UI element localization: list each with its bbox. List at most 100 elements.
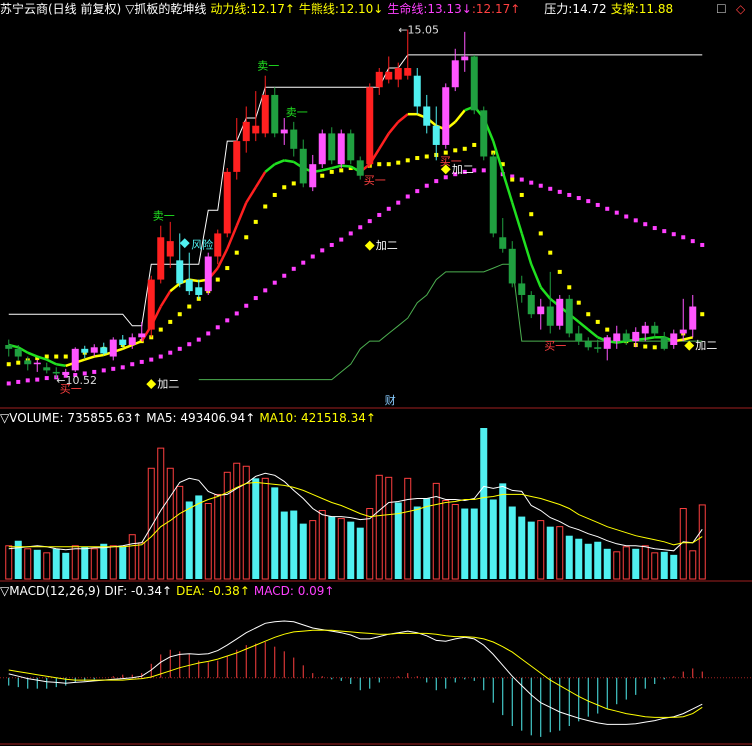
power-line-segment — [577, 320, 590, 331]
life-line-dot — [662, 229, 667, 234]
candle-body — [147, 279, 155, 330]
buy-signal-label: 买一 — [544, 339, 566, 352]
support-label: 支撑: — [610, 2, 639, 16]
power-line-segment — [245, 186, 257, 204]
power-line-segment — [159, 290, 172, 308]
bull-line-dot — [329, 169, 334, 174]
life-line-dot — [519, 177, 524, 182]
candle-body — [594, 347, 602, 349]
life-line-dot — [652, 226, 657, 231]
volume-bar — [480, 428, 488, 579]
bull-line-dot — [567, 285, 572, 290]
volume-bar — [461, 508, 469, 579]
bull-line-dot — [462, 146, 467, 151]
power-line-segment — [254, 171, 267, 188]
bull-line-dot — [519, 192, 524, 197]
stock-title[interactable]: 苏宁云商(日线 前复权) — [0, 2, 121, 16]
life-line-dot — [234, 311, 239, 316]
volume-bar — [252, 478, 260, 579]
volume-bar — [613, 551, 621, 580]
life-label: 生命线: — [387, 2, 428, 16]
candle-body — [584, 341, 592, 348]
volume-bar — [689, 550, 697, 580]
candle-body — [651, 325, 659, 334]
volume-bar — [290, 510, 298, 579]
candle-body — [271, 94, 279, 134]
volume-bar — [176, 485, 184, 580]
candle-body — [71, 348, 79, 371]
power-line-segment — [235, 202, 248, 227]
volume-bar — [195, 495, 203, 579]
candle-body — [33, 362, 41, 365]
candle-body — [499, 237, 507, 249]
volume-bar — [423, 498, 431, 579]
indicator-title[interactable]: ▽抓板的乾坤线 — [125, 2, 206, 16]
volume-bar — [214, 493, 222, 580]
life-line-dot — [605, 206, 610, 211]
volume-bar — [33, 549, 41, 579]
life-line-dot — [424, 183, 429, 188]
life-line-dot — [396, 200, 401, 205]
volume-bar — [546, 526, 554, 579]
life-line-dot — [206, 331, 211, 336]
power-line-segment — [530, 263, 542, 288]
volume-bar — [185, 501, 193, 579]
life-line-dot — [415, 189, 420, 194]
life-line-dot — [538, 183, 543, 188]
bull-line-dot — [168, 319, 173, 324]
life-line-dot — [595, 202, 600, 207]
add-diamond-icon — [684, 340, 695, 351]
volume-label[interactable]: ▽VOLUME: 735855.63↑ — [0, 411, 142, 425]
volume-bar — [565, 535, 573, 579]
add-signal-label: 加二 — [695, 339, 717, 352]
candle-body — [261, 94, 269, 134]
volume-bar — [432, 482, 440, 580]
life-line-dot — [139, 359, 144, 364]
bull-line-dot — [510, 177, 515, 182]
life-line-dot — [614, 210, 619, 215]
volume-bar — [385, 476, 393, 580]
volume-bar — [489, 499, 497, 579]
power-line-segment — [264, 163, 276, 173]
life-line-dot — [120, 365, 125, 370]
bull-line-dot — [320, 173, 325, 178]
life-line-dot — [348, 231, 353, 236]
volume-bar — [556, 526, 564, 580]
candle-body — [204, 256, 212, 292]
life-line-dot — [35, 377, 40, 382]
main-panel-header: 苏宁云商(日线 前复权) ▽抓板的乾坤线 动力线:12.17↑ 牛熊线:12.10↓ 生… — [0, 2, 677, 16]
pressure-label: 压力: — [544, 2, 573, 16]
bull-label: 牛熊线: — [298, 2, 339, 16]
volume-bar — [356, 527, 364, 579]
bull-line-dot — [215, 277, 220, 282]
diamond-icon[interactable]: ◇ — [736, 2, 745, 16]
candle-body — [527, 294, 535, 315]
life-line-dot — [282, 273, 287, 278]
volume-bar — [109, 545, 117, 580]
candle-body — [14, 348, 22, 357]
square-icon[interactable]: ☐ — [716, 2, 727, 16]
life-line-dot — [177, 346, 182, 351]
volume-bar — [537, 520, 545, 580]
bull-line-dot — [282, 185, 287, 190]
buy-signal-label: 买一 — [364, 174, 386, 187]
volume-bar — [52, 548, 60, 579]
life-line-dot — [358, 225, 363, 230]
life-line-dot — [557, 189, 562, 194]
add-signal-label: 加二 — [452, 163, 474, 176]
candle-body — [537, 306, 545, 315]
macd-label[interactable]: ▽MACD(12,26,9) — [0, 584, 100, 598]
candle-body — [622, 333, 630, 342]
volume-bar — [71, 545, 79, 580]
candle-body — [356, 160, 364, 176]
volume-bar — [138, 542, 146, 580]
bull-line-dot — [225, 266, 230, 271]
life-value: 13.13↓ — [427, 2, 472, 16]
candle-body — [632, 331, 640, 342]
power-line-segment — [169, 282, 181, 293]
power-line-segment — [682, 336, 694, 341]
power-line-segment — [46, 358, 57, 366]
volume-bar — [508, 506, 516, 579]
volume-bar — [660, 551, 668, 579]
power-line-segment — [520, 233, 533, 265]
